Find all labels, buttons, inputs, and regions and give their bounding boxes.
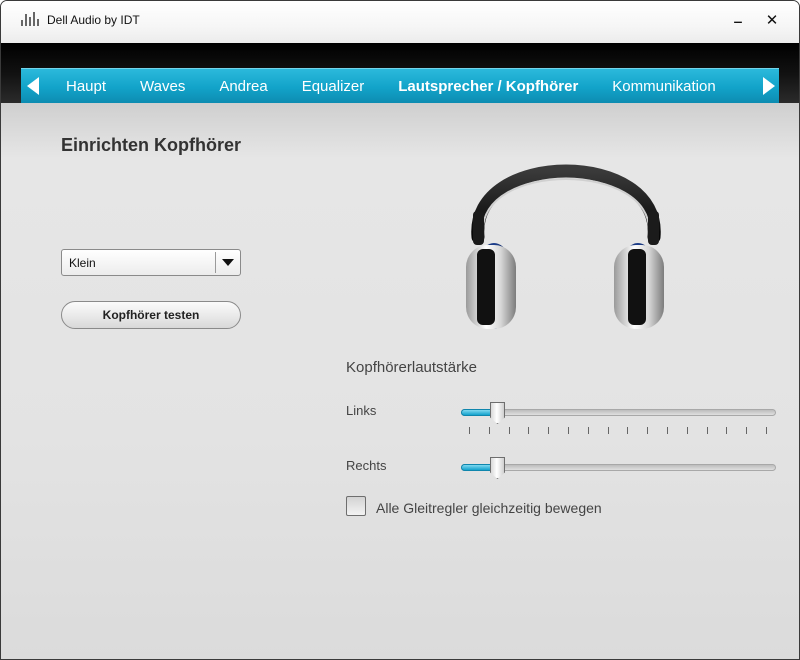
- slider-tick: [667, 427, 668, 434]
- scroll-right-arrow-icon[interactable]: [763, 77, 775, 95]
- slider-thumb[interactable]: [490, 402, 505, 424]
- headphone-size-select[interactable]: Klein: [61, 249, 241, 276]
- tab-list: Haupt Waves Andrea Equalizer Lautsprecher / …: [45, 69, 757, 104]
- right-volume-slider[interactable]: [461, 457, 777, 496]
- slider-tick: [627, 427, 628, 434]
- headphone-volume-title: Kopfhörerlautstärke: [346, 359, 477, 376]
- slider-tick: [509, 427, 510, 434]
- close-button[interactable]: ✕: [759, 11, 785, 31]
- tab-5[interactable]: Kommunikation: [612, 69, 715, 104]
- slider-tick: [687, 427, 688, 434]
- slider-tick: [548, 427, 549, 434]
- tab-4[interactable]: Lautsprecher / Kopfhörer: [398, 69, 578, 104]
- link-sliders-label[interactable]: Alle Gleitregler gleichzeitig bewegen: [376, 500, 602, 516]
- left-volume-slider[interactable]: [461, 402, 777, 441]
- select-value: Klein: [69, 256, 96, 270]
- slider-track: [461, 464, 776, 471]
- headphones-image: [466, 164, 664, 329]
- scroll-left-arrow-icon[interactable]: [27, 77, 39, 95]
- select-divider: [215, 252, 216, 273]
- slider-thumb[interactable]: [490, 457, 505, 479]
- right-channel-label: Rechts: [346, 458, 387, 473]
- left-channel-label: Links: [346, 403, 377, 418]
- app-window: Dell Audio by IDT ‒ ✕ Haupt Waves Andrea Eq…: [0, 0, 800, 660]
- slider-tick: [647, 427, 648, 434]
- chevron-down-icon[interactable]: [222, 259, 234, 266]
- slider-tick: [489, 427, 490, 434]
- slider-tick: [746, 427, 747, 434]
- minimize-button[interactable]: ‒: [725, 11, 751, 31]
- slider-tick: [469, 427, 470, 434]
- tab-0[interactable]: Haupt: [66, 69, 106, 104]
- slider-tick: [707, 427, 708, 434]
- slider-tick: [528, 427, 529, 434]
- main-panel: Einrichten Kopfhörer Klein Kopfhörer tes…: [1, 103, 799, 659]
- link-sliders-checkbox[interactable]: [346, 496, 366, 516]
- tab-strip: Haupt Waves Andrea Equalizer Lautsprecher / …: [21, 68, 779, 103]
- slider-tick: [588, 427, 589, 434]
- slider-tick: [766, 427, 767, 434]
- tab-3[interactable]: Equalizer: [302, 69, 365, 104]
- tab-2[interactable]: Andrea: [219, 69, 267, 104]
- slider-ticks: [469, 427, 769, 435]
- tab-1[interactable]: Waves: [140, 69, 185, 104]
- slider-tick: [608, 427, 609, 434]
- test-headphones-button[interactable]: Kopfhörer testen: [61, 301, 241, 329]
- slider-tick: [568, 427, 569, 434]
- page-title: Einrichten Kopfhörer: [61, 135, 242, 155]
- equalizer-app-icon: [21, 12, 39, 26]
- title-bar: Dell Audio by IDT ‒ ✕: [1, 1, 799, 43]
- slider-tick: [726, 427, 727, 434]
- window-title: Dell Audio by IDT: [47, 13, 140, 27]
- slider-track: [461, 409, 776, 416]
